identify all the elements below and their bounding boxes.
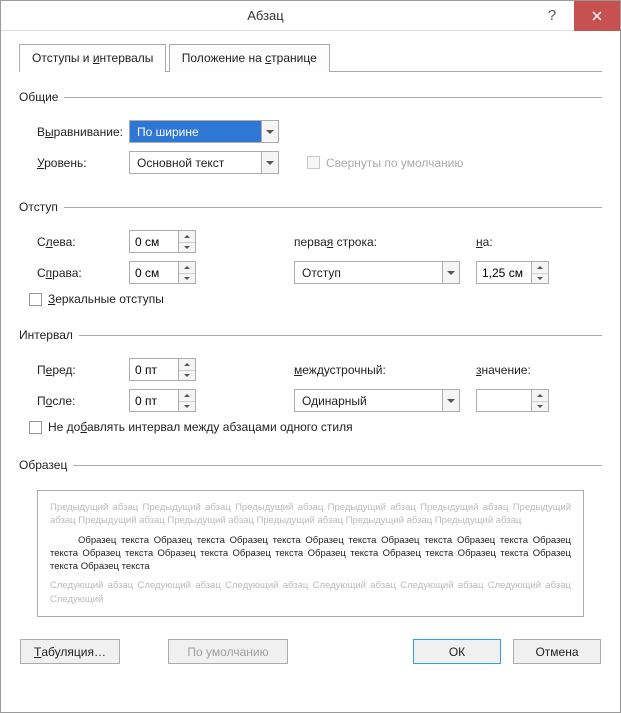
indent-left-spinner[interactable]: [129, 230, 196, 253]
group-indent: Отступ Слева: первая строка: на: Справа:…: [19, 200, 602, 306]
spin-down-icon[interactable]: [179, 242, 195, 253]
first-line-label: первая строка:: [294, 235, 462, 249]
indent-right-label: Справа:: [37, 266, 129, 280]
line-spacing-combo[interactable]: Одинарный: [294, 389, 460, 412]
spin-up-icon[interactable]: [179, 231, 195, 242]
chevron-down-icon: [261, 152, 278, 173]
collapsed-checkbox: Свернуты по умолчанию: [307, 156, 463, 170]
close-icon: [592, 11, 602, 21]
alignment-label: Выравнивание:: [37, 125, 129, 139]
dialog-footer: Табуляция… По умолчанию ОК Отмена: [19, 639, 602, 666]
mirror-indents-checkbox[interactable]: Зеркальные отступы: [29, 292, 164, 306]
indent-right-input[interactable]: [130, 262, 178, 283]
space-after-input[interactable]: [130, 390, 178, 411]
close-button[interactable]: [574, 1, 620, 31]
spin-up-icon[interactable]: [532, 390, 548, 401]
spin-down-icon[interactable]: [532, 273, 548, 284]
spin-up-icon[interactable]: [179, 390, 195, 401]
space-before-label: Перед:: [37, 363, 129, 377]
spin-down-icon[interactable]: [179, 401, 195, 412]
mirror-indents-label: Зеркальные отступы: [48, 292, 164, 306]
spin-up-icon[interactable]: [179, 262, 195, 273]
tab-indents-spacing[interactable]: Отступы и интервалы: [19, 44, 166, 72]
spin-down-icon[interactable]: [532, 401, 548, 412]
dialog-content: Отступы и интервалы Положение на страниц…: [1, 31, 620, 680]
group-indent-legend: Отступ: [19, 200, 64, 214]
spin-down-icon[interactable]: [179, 273, 195, 284]
group-general-legend: Общие: [19, 90, 64, 104]
at-input[interactable]: [477, 390, 531, 411]
checkbox-icon: [29, 293, 42, 306]
cancel-button[interactable]: Отмена: [513, 639, 601, 664]
space-before-spinner[interactable]: [129, 358, 196, 381]
ok-button[interactable]: ОК: [413, 639, 501, 664]
preview-sample-text: Образец текста Образец текста Образец те…: [50, 534, 571, 574]
by-input[interactable]: [477, 262, 531, 283]
outline-combo[interactable]: Основной текст: [129, 151, 279, 174]
no-space-same-style-checkbox[interactable]: Не добавлять интервал между абзацами одн…: [29, 420, 353, 434]
at-label: значение:: [476, 363, 546, 377]
spin-down-icon[interactable]: [179, 370, 195, 381]
outline-label: Уровень:: [37, 156, 129, 170]
checkbox-icon: [307, 156, 320, 169]
spin-up-icon[interactable]: [179, 359, 195, 370]
group-preview-legend: Образец: [19, 458, 73, 472]
preview-prev-para: Предыдущий абзац Предыдущий абзац Предыд…: [50, 502, 571, 526]
space-after-label: После:: [37, 394, 129, 408]
chevron-down-icon: [442, 262, 459, 283]
no-space-label: Не добавлять интервал между абзацами одн…: [48, 420, 353, 434]
at-spinner[interactable]: [476, 389, 549, 412]
collapsed-label: Свернуты по умолчанию: [326, 156, 463, 170]
window-title: Абзац: [1, 8, 530, 23]
preview-box: Предыдущий абзац Предыдущий абзац Предыд…: [37, 490, 584, 617]
group-spacing: Интервал Перед: междустрочный: значение:…: [19, 328, 602, 434]
by-label: на:: [476, 235, 546, 249]
title-bar: Абзац ?: [1, 1, 620, 31]
first-line-value: Отступ: [299, 266, 344, 280]
chevron-down-icon: [442, 390, 459, 411]
space-before-input[interactable]: [130, 359, 178, 380]
indent-left-input[interactable]: [130, 231, 178, 252]
space-after-spinner[interactable]: [129, 389, 196, 412]
group-general: Общие Выравнивание: По ширине Уровень: О…: [19, 90, 602, 174]
by-spinner[interactable]: [476, 261, 549, 284]
alignment-combo[interactable]: По ширине: [129, 120, 279, 143]
checkbox-icon: [29, 421, 42, 434]
set-default-button: По умолчанию: [168, 639, 288, 664]
chevron-down-icon: [261, 121, 278, 142]
help-icon: ?: [548, 7, 556, 24]
line-spacing-value: Одинарный: [299, 394, 370, 408]
tab-page-position[interactable]: Положение на странице: [169, 44, 330, 72]
line-spacing-label: междустрочный:: [294, 363, 462, 377]
spin-up-icon[interactable]: [532, 262, 548, 273]
alignment-value: По ширине: [134, 125, 202, 139]
indent-right-spinner[interactable]: [129, 261, 196, 284]
indent-left-label: Слева:: [37, 235, 129, 249]
first-line-combo[interactable]: Отступ: [294, 261, 460, 284]
tabs-button[interactable]: Табуляция…: [20, 639, 120, 664]
preview-next-para: Следующий абзац Следующий абзац Следующи…: [50, 580, 571, 604]
group-preview: Образец Предыдущий абзац Предыдущий абза…: [19, 458, 602, 617]
help-button[interactable]: ?: [530, 1, 574, 31]
outline-value: Основной текст: [134, 156, 227, 170]
tabs: Отступы и интервалы Положение на страниц…: [19, 44, 602, 72]
group-spacing-legend: Интервал: [19, 328, 79, 342]
